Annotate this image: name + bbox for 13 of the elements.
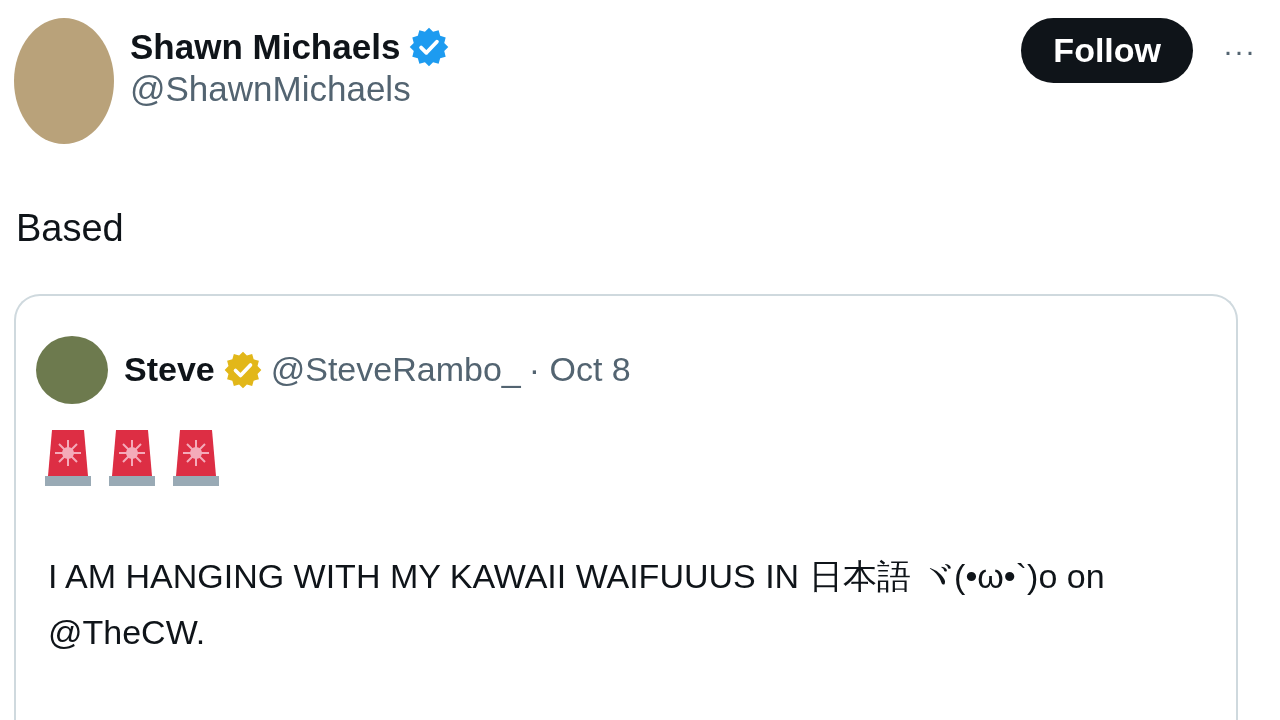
quoted-tweet-card[interactable]: Steve @SteveRambo_ · Oct 8 I AM HANGING WITH MY KAWAII WAIFUUUS IN 日本語 ヾ(•ω•`)o on @TheCW. <box>14 293 1238 720</box>
more-button[interactable]: ··· <box>1217 27 1262 73</box>
quoted-tweet-date: · Oct 8 <box>528 349 631 391</box>
siren-icon <box>172 427 220 486</box>
follow-button[interactable]: Follow <box>1021 18 1193 83</box>
quoted-author-handle: @SteveRambo_ <box>270 349 521 391</box>
tweet-text: Based <box>16 206 125 251</box>
siren-icon <box>108 427 156 486</box>
quoted-author-name: Steve <box>124 349 215 391</box>
quoted-tweet-text: I AM HANGING WITH MY KAWAII WAIFUUUS IN 日本語 ヾ(•ω•`)o on @TheCW. <box>48 555 1106 653</box>
siren-icon <box>44 427 92 486</box>
author-name[interactable]: Shawn Michaels <box>130 26 401 68</box>
author-handle[interactable]: @ShawnMichaels <box>130 68 451 110</box>
